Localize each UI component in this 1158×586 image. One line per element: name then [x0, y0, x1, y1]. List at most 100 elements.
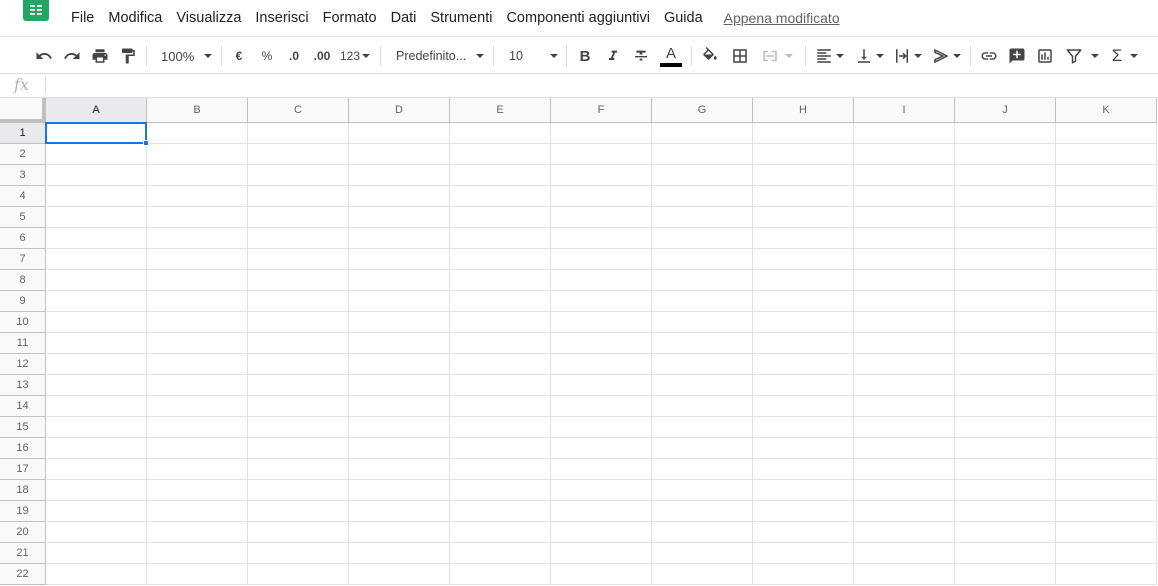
strikethrough-button[interactable] — [630, 43, 652, 69]
cell-d4[interactable] — [349, 186, 450, 207]
cell-d14[interactable] — [349, 396, 450, 417]
cell-j22[interactable] — [955, 564, 1056, 585]
cell-j1[interactable] — [955, 123, 1056, 144]
cell-f8[interactable] — [551, 270, 652, 291]
fill-handle[interactable] — [143, 140, 149, 146]
cell-h3[interactable] — [753, 165, 854, 186]
cell-h2[interactable] — [753, 144, 854, 165]
select-all-corner[interactable] — [0, 98, 46, 123]
increase-decimals-button[interactable]: .00 — [310, 43, 334, 69]
cell-k11[interactable] — [1056, 333, 1157, 354]
filter-button[interactable] — [1062, 43, 1102, 69]
cell-k6[interactable] — [1056, 228, 1157, 249]
cell-j10[interactable] — [955, 312, 1056, 333]
cell-c9[interactable] — [248, 291, 349, 312]
cell-h16[interactable] — [753, 438, 854, 459]
cell-a10[interactable] — [46, 312, 147, 333]
cell-d21[interactable] — [349, 543, 450, 564]
cell-a8[interactable] — [46, 270, 147, 291]
cell-h4[interactable] — [753, 186, 854, 207]
cell-b13[interactable] — [147, 375, 248, 396]
percent-format-button[interactable]: % — [256, 43, 278, 69]
cell-h9[interactable] — [753, 291, 854, 312]
row-header-16[interactable]: 16 — [0, 438, 46, 459]
cell-b10[interactable] — [147, 312, 248, 333]
column-header-f[interactable]: F — [551, 98, 652, 123]
row-header-20[interactable]: 20 — [0, 522, 46, 543]
cell-j13[interactable] — [955, 375, 1056, 396]
cell-k17[interactable] — [1056, 459, 1157, 480]
cell-g4[interactable] — [652, 186, 753, 207]
cell-e20[interactable] — [450, 522, 551, 543]
menu-addons[interactable]: Componenti aggiuntivi — [499, 10, 656, 26]
redo-button[interactable] — [61, 43, 83, 69]
cell-c17[interactable] — [248, 459, 349, 480]
cell-i3[interactable] — [854, 165, 955, 186]
column-header-h[interactable]: H — [753, 98, 854, 123]
cell-j2[interactable] — [955, 144, 1056, 165]
cell-f3[interactable] — [551, 165, 652, 186]
cell-b4[interactable] — [147, 186, 248, 207]
cell-i12[interactable] — [854, 354, 955, 375]
cell-i4[interactable] — [854, 186, 955, 207]
cell-g13[interactable] — [652, 375, 753, 396]
cell-c7[interactable] — [248, 249, 349, 270]
cell-f17[interactable] — [551, 459, 652, 480]
cell-d3[interactable] — [349, 165, 450, 186]
cell-k19[interactable] — [1056, 501, 1157, 522]
insert-comment-button[interactable] — [1006, 43, 1028, 69]
cell-h20[interactable] — [753, 522, 854, 543]
cell-i9[interactable] — [854, 291, 955, 312]
cell-g18[interactable] — [652, 480, 753, 501]
cell-f15[interactable] — [551, 417, 652, 438]
borders-button[interactable] — [729, 43, 751, 69]
cell-g20[interactable] — [652, 522, 753, 543]
cell-k1[interactable] — [1056, 123, 1157, 144]
cell-e2[interactable] — [450, 144, 551, 165]
cell-c6[interactable] — [248, 228, 349, 249]
cell-g8[interactable] — [652, 270, 753, 291]
cell-j18[interactable] — [955, 480, 1056, 501]
cell-d8[interactable] — [349, 270, 450, 291]
insert-chart-button[interactable] — [1034, 43, 1056, 69]
cell-i15[interactable] — [854, 417, 955, 438]
cell-b12[interactable] — [147, 354, 248, 375]
cell-g9[interactable] — [652, 291, 753, 312]
menu-view[interactable]: Visualizza — [169, 10, 248, 26]
cell-f11[interactable] — [551, 333, 652, 354]
cell-d17[interactable] — [349, 459, 450, 480]
cell-e5[interactable] — [450, 207, 551, 228]
text-color-button[interactable]: A — [659, 43, 683, 69]
cell-g21[interactable] — [652, 543, 753, 564]
cell-a14[interactable] — [46, 396, 147, 417]
row-header-8[interactable]: 8 — [0, 270, 46, 291]
functions-button[interactable]: Σ — [1108, 43, 1142, 69]
cell-d5[interactable] — [349, 207, 450, 228]
cell-b18[interactable] — [147, 480, 248, 501]
row-header-9[interactable]: 9 — [0, 291, 46, 312]
menu-help[interactable]: Guida — [657, 10, 710, 26]
cell-e10[interactable] — [450, 312, 551, 333]
column-header-k[interactable]: K — [1056, 98, 1157, 123]
cell-i16[interactable] — [854, 438, 955, 459]
cell-g6[interactable] — [652, 228, 753, 249]
cell-f21[interactable] — [551, 543, 652, 564]
cell-b9[interactable] — [147, 291, 248, 312]
cell-d11[interactable] — [349, 333, 450, 354]
cell-h15[interactable] — [753, 417, 854, 438]
cell-e18[interactable] — [450, 480, 551, 501]
column-header-i[interactable]: I — [854, 98, 955, 123]
text-wrapping-button[interactable] — [890, 43, 924, 69]
last-edit-link[interactable]: Appena modificato — [724, 10, 840, 26]
cell-e14[interactable] — [450, 396, 551, 417]
sheets-logo-icon[interactable] — [23, 0, 49, 21]
cell-k8[interactable] — [1056, 270, 1157, 291]
menu-tools[interactable]: Strumenti — [423, 10, 499, 26]
cell-c13[interactable] — [248, 375, 349, 396]
cell-k10[interactable] — [1056, 312, 1157, 333]
menu-insert[interactable]: Inserisci — [248, 10, 315, 26]
cell-d10[interactable] — [349, 312, 450, 333]
row-header-3[interactable]: 3 — [0, 165, 46, 186]
cell-j19[interactable] — [955, 501, 1056, 522]
row-header-2[interactable]: 2 — [0, 144, 46, 165]
